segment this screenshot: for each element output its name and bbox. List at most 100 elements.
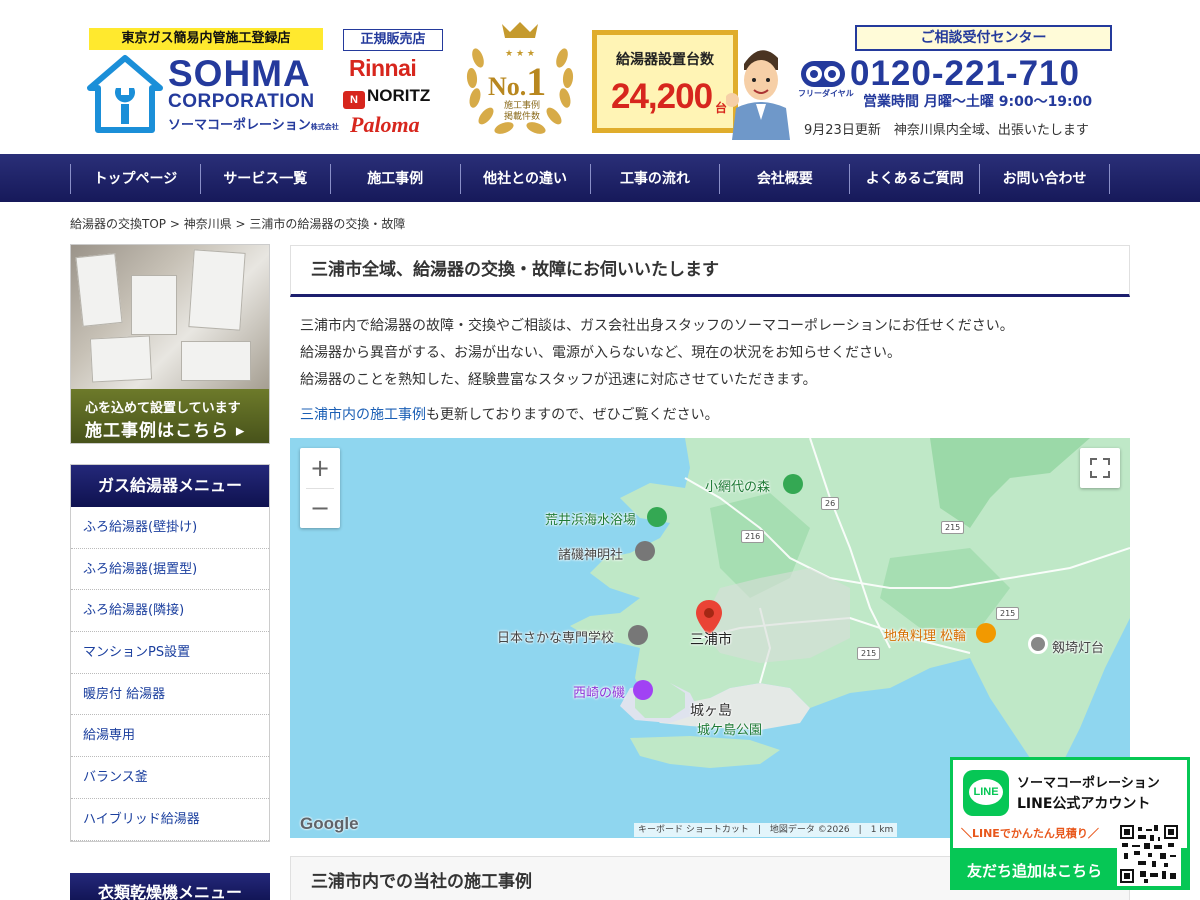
breadcrumb[interactable]: 給湯器の交換TOP > 神奈川県 > 三浦市の給湯器の交換・故障 <box>70 215 405 232</box>
banner-subtitle: 心を込めて設置しています <box>85 401 241 416</box>
photo-unit <box>181 341 251 381</box>
line-add-friend-widget[interactable]: LINE ソーマコーポレーション LINE公式アカウント ＼LINEでかんたん見… <box>950 757 1190 890</box>
house-wrench-logo-icon[interactable] <box>86 54 164 134</box>
menu-item-floor[interactable]: ふろ給湯器(据置型) <box>71 549 269 591</box>
restaurant-pin-icon[interactable] <box>976 623 996 643</box>
attraction-pin-icon[interactable] <box>633 680 653 700</box>
intro-line: 給湯器のことを熟知した、経験豊富なスタッフが迅速に対応させていただきます。 <box>300 372 817 388</box>
case-link-suffix: も更新しておりますので、ぜひご覧ください。 <box>426 407 719 423</box>
beach-pin-icon[interactable] <box>647 507 667 527</box>
intro-line: 給湯器から異音がする、お湯が出ない、電源が入らないなど、現在の状況をお知らせくだ… <box>300 345 902 361</box>
global-nav: トップページ サービス一覧 施工事例 他社との違い 工事の流れ 会社概要 よくあ… <box>0 154 1200 202</box>
no1-subtitle: 施工事例 掲載件数 <box>503 101 540 122</box>
map-zoom-control: + − <box>300 448 340 528</box>
place-jogashima[interactable]: 城ヶ島 <box>690 700 732 720</box>
menu-item-wall[interactable]: ふろ給湯器(壁掛け) <box>71 507 269 549</box>
miura-cases-link[interactable]: 三浦市内の施工事例 <box>300 407 426 423</box>
lighthouse-pin-icon[interactable] <box>1028 634 1048 654</box>
nav-item-contact[interactable]: お問い合わせ <box>979 164 1110 194</box>
map-attribution[interactable]: キーボード ショートカット | 地図データ ©2026 | 1 km <box>634 823 898 837</box>
place-miura[interactable]: 三浦市 <box>690 629 732 649</box>
intro-line: 三浦市内で給湯器の故障・交換やご相談は、ガス会社出身スタッフのソーマコーポレーシ… <box>300 318 1014 334</box>
business-hours: 営業時間 月曜～土曜 9:00～19:00 <box>863 94 1093 110</box>
brand-paloma: Paloma <box>350 112 420 137</box>
case-link-line: 三浦市内の施工事例も更新しておりますので、ぜひご覧ください。 <box>300 404 719 426</box>
logo-name[interactable]: SOHMA <box>168 55 311 93</box>
freedial-icon <box>801 61 845 87</box>
logo-kana-suffix: 株式会社 <box>310 123 339 131</box>
logo-corporation: CORPORATION <box>168 91 315 112</box>
road-badge: 216 <box>741 530 765 543</box>
brand-noritz-text: NORITZ <box>367 86 431 105</box>
noritz-mark-icon: N <box>343 91 365 109</box>
menu-item-hybrid[interactable]: ハイブリッド給湯器 <box>71 799 269 841</box>
line-account-name: ソーマコーポレーション <box>1017 776 1160 791</box>
nav-item-top[interactable]: トップページ <box>70 164 200 194</box>
registration-badge: 東京ガス簡易内管施工登録店 <box>89 28 323 50</box>
authorized-dealer-label: 正規販売店 <box>343 29 443 51</box>
road-badge: 26 <box>821 497 840 510</box>
no1-label: No.1 <box>488 58 546 105</box>
place-arai[interactable]: 荒井浜海水浴場 <box>545 509 636 528</box>
line-logo-text: LINE <box>973 786 999 798</box>
road-badge: 215 <box>996 607 1020 620</box>
line-official-label: LINE公式アカウント <box>1017 796 1151 812</box>
consult-center-title: ご相談受付センター <box>855 25 1112 51</box>
update-notice: 9月23日更新 神奈川県内全域、出張いたします <box>804 123 1089 138</box>
site-header: 東京ガス簡易内管施工登録店 SOHMA CORPORATION ソーマコーポレー… <box>0 0 1200 154</box>
logo-kana-text: ソーマコーポレーション <box>168 118 311 133</box>
school-pin-icon[interactable] <box>628 625 648 645</box>
no1-number: 1 <box>526 59 547 104</box>
nav-item-cases[interactable]: 施工事例 <box>329 164 460 194</box>
zoom-divider <box>306 488 334 489</box>
park-pin-icon[interactable] <box>783 474 803 494</box>
place-koajiro[interactable]: 小網代の森 <box>705 476 770 495</box>
road-badge: 215 <box>857 647 881 660</box>
nav-item-faq[interactable]: よくあるご質問 <box>849 164 979 194</box>
freedial-label: フリーダイヤル <box>798 89 854 98</box>
install-count-label: 給湯器設置台数 <box>616 52 714 68</box>
place-restaurant[interactable]: 地魚料理 松輪 <box>884 625 966 644</box>
nav-item-flow[interactable]: 工事の流れ <box>589 164 720 194</box>
menu-item-mansion-ps[interactable]: マンションPS設置 <box>71 632 269 674</box>
menu-item-adjacent[interactable]: ふろ給湯器(隣接) <box>71 590 269 633</box>
case-study-banner[interactable]: 心を込めて設置しています 施工事例はこちら ▸ <box>70 244 270 444</box>
install-count-value: 24,200 <box>611 77 713 116</box>
place-jogashima-park[interactable]: 城ケ島公園 <box>697 719 762 738</box>
place-nishizaki[interactable]: 西崎の磯 <box>573 682 625 701</box>
shrine-pin-icon[interactable] <box>635 541 655 561</box>
line-add-friend-button[interactable]: 友だち追加はこちら <box>967 860 1102 881</box>
staff-mascot-icon <box>726 50 790 140</box>
gas-heater-menu-title: ガス給湯器メニュー <box>71 465 269 507</box>
place-lighthouse[interactable]: 剱埼灯台 <box>1052 637 1104 656</box>
menu-item-balance[interactable]: バランス釜 <box>71 757 269 799</box>
page-title: 三浦市全域、給湯器の交換・故障にお伺いいたします <box>311 260 719 280</box>
photo-unit <box>75 253 123 327</box>
photo-unit <box>89 335 153 383</box>
phone-number[interactable]: 0120-221-710 <box>850 55 1080 93</box>
zoom-out-button[interactable]: − <box>300 488 340 528</box>
banner-title: 施工事例はこちら ▸ <box>85 421 246 441</box>
fullscreen-button[interactable] <box>1080 448 1120 488</box>
place-moroiso[interactable]: 諸磯神明社 <box>558 544 623 563</box>
zoom-in-button[interactable]: + <box>300 448 340 488</box>
logo-kana: ソーマコーポレーション株式会社 <box>168 118 339 135</box>
place-school[interactable]: 日本さかな専門学校 <box>497 627 614 646</box>
photo-unit <box>131 275 177 335</box>
nav-item-services[interactable]: サービス一覧 <box>199 164 330 194</box>
water-heater-photo <box>71 245 269 389</box>
gas-heater-menu: ガス給湯器メニュー ふろ給湯器(壁掛け) ふろ給湯器(据置型) ふろ給湯器(隣接… <box>70 464 270 842</box>
nav-item-difference[interactable]: 他社との違い <box>459 164 590 194</box>
section-heading: 三浦市全域、給湯器の交換・故障にお伺いいたします <box>290 245 1130 297</box>
nav-item-company[interactable]: 会社概要 <box>719 164 849 194</box>
dryer-menu-title: 衣類乾燥機メニュー <box>70 873 270 900</box>
banner-caption: 心を込めて設置しています 施工事例はこちら ▸ <box>71 389 269 443</box>
google-logo[interactable]: Google <box>300 814 359 834</box>
line-estimate-label: ＼LINEでかんたん見積り／ <box>961 827 1099 840</box>
road-badge: 215 <box>941 521 965 534</box>
qr-code-icon <box>1117 822 1181 886</box>
brand-rinnai: Rinnai <box>349 55 417 81</box>
menu-item-heating[interactable]: 暖房付 給湯器 <box>71 674 269 716</box>
fullscreen-icon <box>1090 458 1110 478</box>
menu-item-hot-water-only[interactable]: 給湯専用 <box>71 715 269 758</box>
